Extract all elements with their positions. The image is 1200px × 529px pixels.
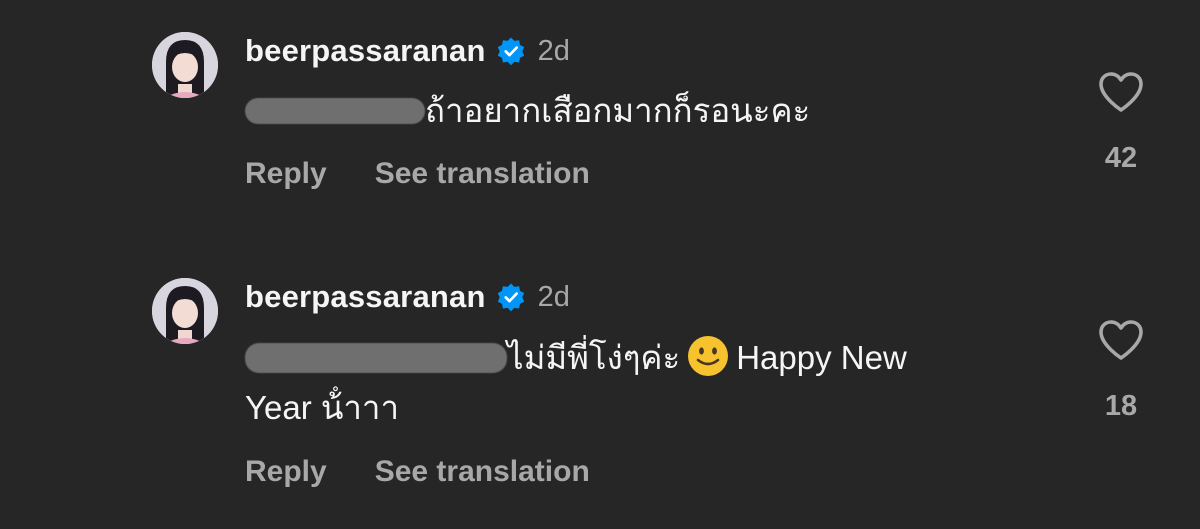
comment-text: ไม่มีพี่โง่ๆค่ะ Happy New Year น้ําาา bbox=[245, 333, 1005, 433]
username[interactable]: beerpassaranan bbox=[245, 279, 486, 315]
reply-button[interactable]: Reply bbox=[245, 157, 327, 191]
comment-text-content: ไม่มีพี่โง่ๆค่ะ bbox=[507, 339, 681, 376]
verified-badge-icon bbox=[497, 37, 524, 66]
like-section: 42 bbox=[1093, 70, 1149, 175]
comment-actions: Reply See translation bbox=[245, 455, 590, 489]
redacted-mention bbox=[245, 343, 507, 374]
avatar[interactable] bbox=[152, 32, 218, 98]
heart-outline-icon[interactable] bbox=[1097, 70, 1145, 114]
redacted-mention bbox=[245, 98, 425, 125]
username[interactable]: beerpassaranan bbox=[245, 33, 486, 69]
comment-text-continued: Happy New bbox=[736, 339, 907, 376]
timestamp: 2d bbox=[537, 34, 570, 67]
like-section: 18 bbox=[1093, 318, 1149, 423]
like-count: 18 bbox=[1104, 390, 1138, 422]
verified-badge-icon bbox=[497, 283, 524, 312]
comment-header: beerpassaranan 2d bbox=[245, 33, 570, 69]
reply-button[interactable]: Reply bbox=[245, 455, 327, 489]
heart-outline-icon[interactable] bbox=[1097, 318, 1145, 362]
timestamp: 2d bbox=[537, 280, 570, 313]
like-count: 42 bbox=[1104, 142, 1138, 174]
slightly-smiling-face-emoji bbox=[688, 336, 729, 377]
comment-text-line-2: Year น้ําาา bbox=[245, 389, 399, 426]
comment-actions: Reply See translation bbox=[245, 157, 590, 191]
comment-header: beerpassaranan 2d bbox=[245, 279, 570, 315]
see-translation-button[interactable]: See translation bbox=[375, 455, 590, 489]
comment-text-content: ถ้าอยากเสือกมากก็รอนะคะ bbox=[425, 92, 811, 129]
see-translation-button[interactable]: See translation bbox=[375, 157, 590, 191]
avatar[interactable] bbox=[152, 278, 218, 344]
comment-text: ถ้าอยากเสือกมากก็รอนะคะ bbox=[245, 86, 1005, 136]
